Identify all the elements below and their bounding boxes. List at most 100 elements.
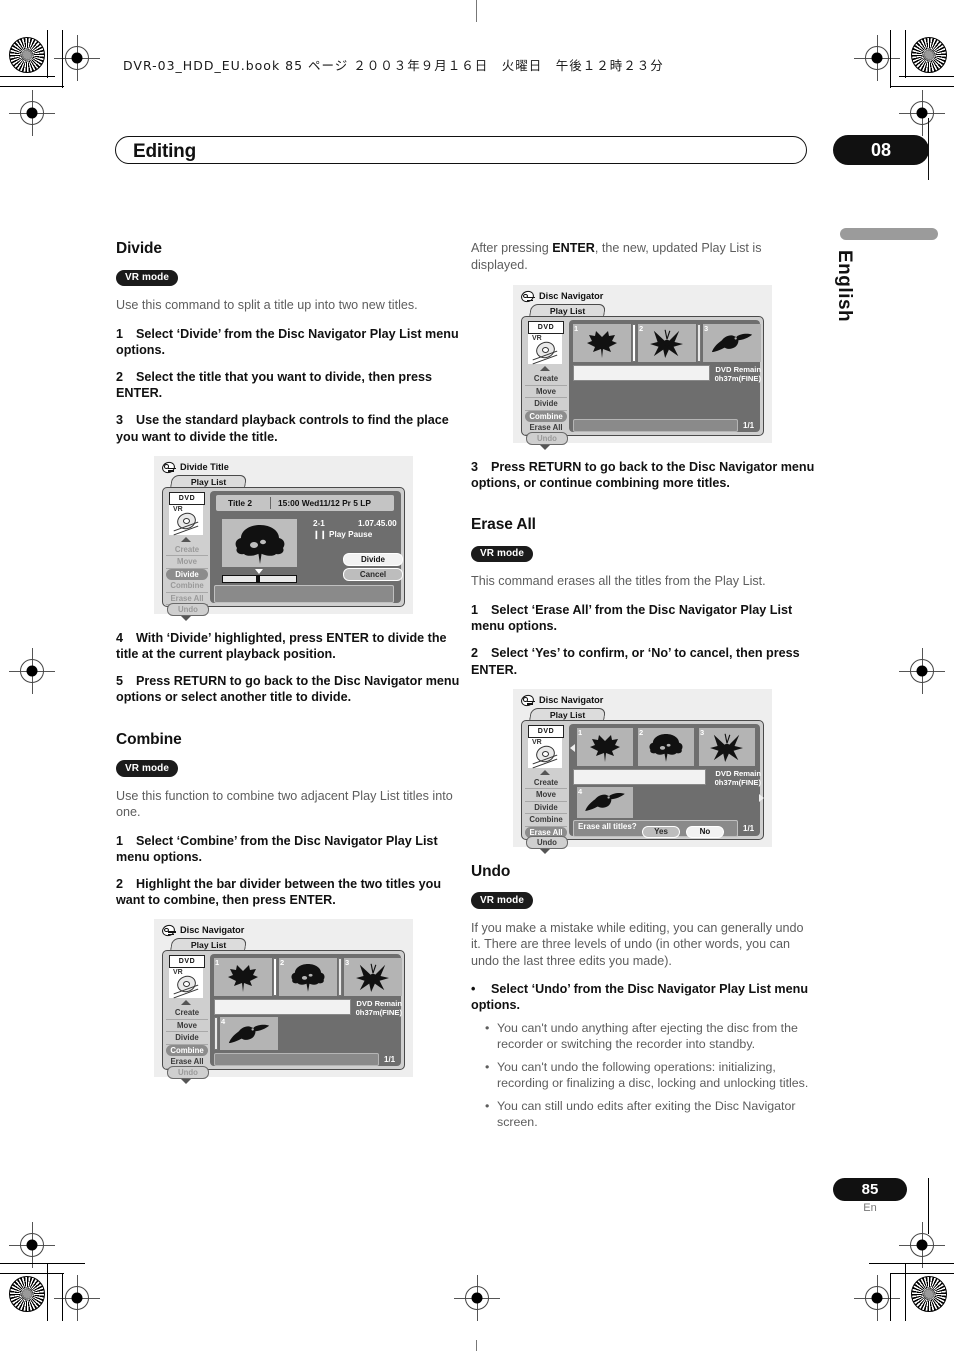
- scroll-up-arrow-icon[interactable]: [540, 769, 550, 775]
- figure-erase-all-disc-navigator: Disc Navigator Play List DVD VR Create M…: [513, 688, 772, 854]
- dvd-remain-label: DVD Remain: [715, 365, 761, 374]
- menu-item-divide[interactable]: Divide: [525, 398, 567, 411]
- osd-bottom-bar: [214, 584, 394, 603]
- osd-title-separator: [270, 496, 271, 509]
- title-divider-bar-2[interactable]: [338, 958, 342, 997]
- slider-knob[interactable]: [256, 574, 260, 583]
- menu-item-create[interactable]: Create: [166, 544, 208, 557]
- osd-screen: DVD VR Create Move Divide Combine Erase …: [162, 950, 405, 1085]
- step-text: Select ‘Yes’ to confirm, or ‘No’ to canc…: [471, 646, 800, 677]
- menu-item-move[interactable]: Move: [166, 556, 208, 569]
- menu-item-undo[interactable]: Undo: [167, 1066, 209, 1080]
- thumbnail-1[interactable]: 1: [577, 727, 633, 766]
- scroll-down-arrow-icon[interactable]: [540, 848, 550, 854]
- step-text: With ‘Divide’ highlighted, press ENTER t…: [116, 630, 447, 661]
- osd-cancel-button[interactable]: Cancel: [343, 567, 403, 581]
- scroll-left-arrow-icon[interactable]: [570, 743, 575, 752]
- scroll-down-arrow-icon[interactable]: [181, 615, 191, 621]
- undo-intro: If you make a mistake while editing, you…: [471, 920, 804, 968]
- osd-content-area: Title 2 15:00 Wed11/12 Pr 5 LP 2-1 1.07.…: [210, 490, 403, 603]
- thumbnail-2[interactable]: 2: [638, 727, 694, 766]
- chapter-number-badge: 08: [833, 135, 929, 165]
- osd-bottom-bar: [214, 1053, 379, 1067]
- scroll-up-arrow-icon[interactable]: [181, 1000, 191, 1006]
- thumbnail-4[interactable]: 4: [577, 786, 633, 818]
- menu-item-divide[interactable]: Divide: [525, 802, 567, 815]
- title-divider-bar-2[interactable]: [697, 324, 701, 362]
- playback-progress-slider[interactable]: [222, 574, 297, 583]
- thumbnail-3[interactable]: 3: [703, 324, 761, 362]
- thumbnail-2[interactable]: 2: [279, 958, 337, 997]
- osd-divide-button[interactable]: Divide: [343, 552, 403, 566]
- menu-item-undo[interactable]: Undo: [526, 835, 568, 849]
- figure-header: Disc Navigator: [519, 692, 603, 708]
- osd-play-state-text: Play Pause: [329, 529, 373, 539]
- title-divider-bar-1[interactable]: [632, 324, 636, 362]
- confirm-yes-button[interactable]: Yes: [642, 825, 680, 838]
- crop-line-top-left-v2: [62, 30, 64, 88]
- menu-item-create[interactable]: Create: [525, 777, 567, 790]
- figure-combine-disc-navigator: Disc Navigator Play List DVD VR Create M…: [154, 919, 413, 1085]
- erase-all-step-2: 2 Select ‘Yes’ to confirm, or ‘No’ to can…: [471, 645, 816, 677]
- document-page: DVR-03_HDD_EU.book 85 ページ ２００３年９月１６日 火曜日…: [0, 0, 954, 1351]
- step-text: Press RETURN to go back to the Disc Navi…: [471, 460, 815, 491]
- step-number: 3: [116, 413, 124, 428]
- menu-item-combine[interactable]: Combine: [525, 814, 567, 827]
- menu-item-undo[interactable]: Undo: [526, 432, 568, 445]
- combine-intro: Use this function to combine two adjacen…: [116, 788, 453, 820]
- toucan-art-icon: [585, 793, 625, 812]
- figure-header: Divide Title: [160, 459, 229, 475]
- scroll-down-arrow-icon[interactable]: [181, 1079, 191, 1085]
- page-indicator: 1/1: [743, 823, 755, 833]
- step-number: 2: [471, 646, 479, 661]
- divide-step-2: 2 Select the title that you want to divid…: [116, 369, 461, 401]
- combine-highlight-bar[interactable]: [573, 365, 710, 381]
- osd-menu: Create Move Divide Combine Erase All: [166, 544, 208, 606]
- menu-item-undo[interactable]: Undo: [167, 602, 209, 616]
- section-heading-erase-all: Erase All: [471, 516, 536, 534]
- registration-target-bottom-left: [9, 1276, 45, 1312]
- menu-item-divide[interactable]: Divide: [166, 1032, 208, 1045]
- menu-item-move[interactable]: Move: [525, 789, 567, 802]
- step-number: 2: [116, 876, 124, 891]
- thumbnail-2[interactable]: 2: [638, 324, 696, 362]
- scroll-right-arrow-icon[interactable]: [759, 793, 764, 802]
- thumbnail-4[interactable]: 4: [220, 1017, 278, 1051]
- step-text: Select the title that you want to divide…: [116, 369, 433, 401]
- menu-item-combine[interactable]: Combine: [166, 1044, 208, 1057]
- dvd-remain-value: 0h37m(FINE): [355, 1008, 402, 1018]
- title-divider-bar-3[interactable]: [214, 1017, 218, 1051]
- title-highlight-bar[interactable]: [573, 768, 706, 785]
- language-tab-bar: [840, 228, 938, 240]
- menu-item-combine[interactable]: Combine: [166, 580, 208, 593]
- menu-item-divide[interactable]: Divide: [166, 568, 208, 581]
- crop-crosshair-right-middle: [899, 648, 945, 694]
- thumbnail-1[interactable]: 1: [214, 958, 272, 997]
- step-text: Highlight the bar divider between the tw…: [116, 876, 442, 908]
- scroll-down-arrow-icon[interactable]: [540, 445, 550, 450]
- dvd-remain-label: DVD Remain: [356, 999, 402, 1009]
- confirm-no-button[interactable]: No: [686, 825, 724, 838]
- thumbnail-1[interactable]: 1: [573, 324, 631, 362]
- menu-item-move[interactable]: Move: [166, 1020, 208, 1033]
- menu-item-create[interactable]: Create: [166, 1007, 208, 1020]
- scroll-up-arrow-icon[interactable]: [540, 366, 550, 371]
- bullet-marker: •: [471, 982, 476, 997]
- menu-item-move[interactable]: Move: [525, 386, 567, 398]
- scroll-up-arrow-icon[interactable]: [181, 536, 191, 542]
- combine-step-2: 2 Highlight the bar divider between the t…: [116, 876, 461, 908]
- thumbnail-3[interactable]: 3: [344, 958, 402, 997]
- dvd-remain-value: 0h37m(FINE): [714, 374, 761, 383]
- thumbnail-number: 3: [345, 958, 350, 968]
- title-divider-bar-1[interactable]: [273, 958, 277, 997]
- crop-line-bottom-left-h: [0, 1263, 85, 1265]
- combine-highlight-bar[interactable]: [214, 999, 351, 1016]
- dvd-logo: DVD: [169, 491, 205, 505]
- vr-mode-badge-combine: VR mode: [116, 760, 179, 777]
- menu-item-combine[interactable]: Combine: [525, 410, 567, 422]
- menu-item-create[interactable]: Create: [525, 373, 567, 386]
- dvd-remain-label: DVD Remain: [715, 768, 761, 778]
- vr-mode-badge-erase-all: VR mode: [471, 545, 534, 563]
- thumbnail-number: 1: [578, 727, 583, 737]
- thumbnail-3[interactable]: 3: [699, 727, 755, 766]
